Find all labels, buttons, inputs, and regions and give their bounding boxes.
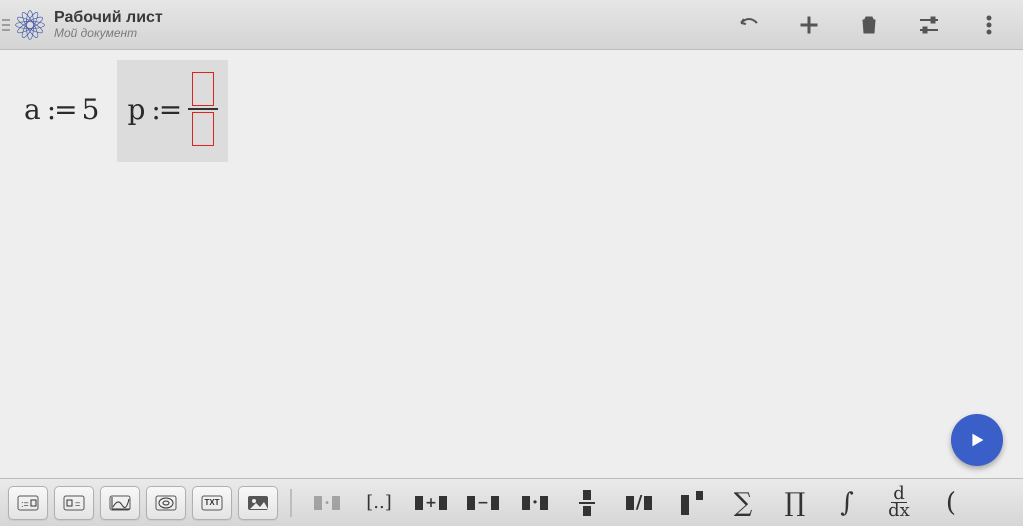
tool-plot-button[interactable] — [100, 486, 140, 520]
svg-text:=: = — [75, 499, 80, 509]
document-name: Мой документ — [54, 27, 163, 40]
delete-button[interactable] — [845, 1, 893, 49]
tool-image-button[interactable] — [238, 486, 278, 520]
denominator-placeholder[interactable] — [192, 112, 214, 146]
tool-contour-button[interactable] — [146, 486, 186, 520]
page-title: Рабочий лист — [54, 9, 163, 27]
title-block[interactable]: Рабочий лист Мой документ — [54, 9, 163, 41]
top-actions — [725, 1, 1017, 49]
tool-text-button[interactable]: TXT — [192, 486, 232, 520]
drawer-hint-icon[interactable] — [0, 0, 10, 49]
assign-op: := — [151, 93, 180, 126]
op-multiply-button[interactable]: · — [304, 483, 350, 523]
var-p: p — [127, 93, 145, 126]
tool-result-button[interactable]: = — [54, 486, 94, 520]
op-derivative-button[interactable]: d dx — [876, 483, 922, 523]
app-logo-icon[interactable] — [12, 7, 48, 43]
op-multiply-dot-button[interactable]: · — [512, 483, 558, 523]
value-a: 5 — [82, 93, 100, 126]
undo-button[interactable] — [725, 1, 773, 49]
formula-a[interactable]: a := 5 — [14, 83, 109, 140]
op-subtract-button[interactable]: − — [460, 483, 506, 523]
tool-assignment-button[interactable]: := — [8, 486, 48, 520]
op-index-button[interactable]: [..] — [356, 483, 402, 523]
top-toolbar: Рабочий лист Мой документ — [0, 0, 1023, 50]
op-power-button[interactable] — [668, 483, 714, 523]
op-paren-button[interactable]: ( — [928, 483, 974, 523]
overflow-menu-button[interactable] — [965, 1, 1013, 49]
op-integral-button[interactable]: ∫ — [824, 483, 870, 523]
op-add-button[interactable]: + — [408, 483, 454, 523]
op-divide-slash-button[interactable]: / — [616, 483, 662, 523]
worksheet-canvas[interactable]: a := 5 p := — [0, 50, 1023, 478]
fraction-bar-icon — [188, 108, 218, 110]
fraction-template[interactable] — [188, 70, 218, 148]
op-sum-button[interactable]: ∑ — [720, 483, 766, 523]
op-fraction-button[interactable] — [564, 483, 610, 523]
formula-row: a := 5 p := — [14, 60, 228, 162]
formula-p[interactable]: p := — [117, 60, 228, 162]
numerator-placeholder[interactable] — [192, 72, 214, 106]
settings-sliders-button[interactable] — [905, 1, 953, 49]
svg-text::=: := — [21, 499, 29, 509]
var-a: a — [24, 93, 41, 126]
toolbar-divider — [290, 489, 292, 517]
assign-op: := — [47, 93, 76, 126]
add-button[interactable] — [785, 1, 833, 49]
run-fab-button[interactable] — [951, 414, 1003, 466]
bottom-toolbar: := = TXT · [..] + − · / — [0, 478, 1023, 526]
op-product-button[interactable]: ∏ — [772, 483, 818, 523]
